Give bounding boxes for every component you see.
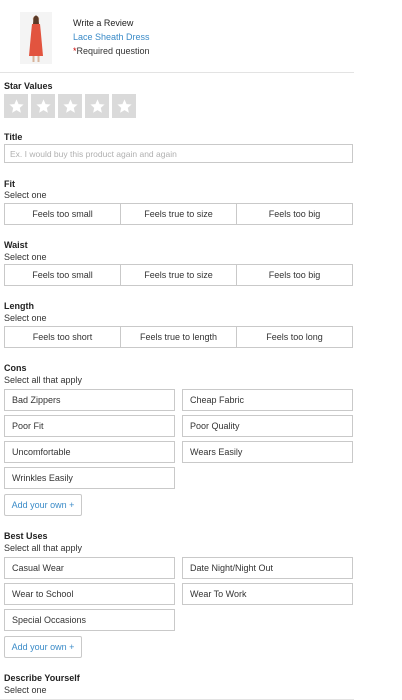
- fit-option-true-to-size[interactable]: Feels true to size: [121, 204, 237, 224]
- cons-add-own-button[interactable]: Add your own +: [4, 494, 82, 516]
- review-header: Write a Review Lace Sheath Dress *Requir…: [0, 0, 354, 73]
- star-icon: [62, 98, 78, 113]
- best-uses-option-wear-to-school[interactable]: Wear to School: [4, 583, 175, 605]
- best-uses-add-own-button[interactable]: Add your own +: [4, 636, 82, 658]
- describe-yourself-instruction: Select one: [4, 685, 47, 695]
- cons-option-bad-zippers[interactable]: Bad Zippers: [4, 389, 175, 411]
- review-heading: Write a Review: [73, 18, 134, 28]
- fit-instruction: Select one: [4, 190, 47, 200]
- fit-option-too-big[interactable]: Feels too big: [237, 204, 352, 224]
- length-options: Feels too short Feels true to length Fee…: [4, 326, 353, 348]
- cons-instruction: Select all that apply: [4, 375, 83, 385]
- waist-instruction: Select one: [4, 252, 47, 262]
- cons-option-cheap-fabric[interactable]: Cheap Fabric: [182, 389, 353, 411]
- length-label: Length: [4, 301, 34, 311]
- star-4-button[interactable]: [85, 94, 109, 118]
- length-instruction: Select one: [4, 313, 47, 323]
- best-uses-option-special-occasions[interactable]: Special Occasions: [4, 609, 175, 631]
- length-option-too-short[interactable]: Feels too short: [5, 327, 121, 347]
- star-5-button[interactable]: [112, 94, 136, 118]
- waist-option-too-big[interactable]: Feels too big: [237, 265, 352, 285]
- describe-yourself-label: Describe Yourself: [4, 673, 80, 683]
- waist-options: Feels too small Feels true to size Feels…: [4, 264, 353, 286]
- star-icon: [89, 98, 105, 113]
- required-note: *Required question: [73, 46, 150, 56]
- best-uses-option-wear-to-work[interactable]: Wear To Work: [182, 583, 353, 605]
- cons-option-poor-fit[interactable]: Poor Fit: [4, 415, 175, 437]
- cons-option-wrinkles-easily[interactable]: Wrinkles Easily: [4, 467, 175, 489]
- product-thumbnail: [20, 12, 52, 64]
- length-option-true-to-length[interactable]: Feels true to length: [121, 327, 237, 347]
- fit-option-too-small[interactable]: Feels too small: [5, 204, 121, 224]
- cons-option-wears-easily[interactable]: Wears Easily: [182, 441, 353, 463]
- cons-option-poor-quality[interactable]: Poor Quality: [182, 415, 353, 437]
- title-label: Title: [4, 132, 23, 142]
- best-uses-option-casual-wear[interactable]: Casual Wear: [4, 557, 175, 579]
- star-values-label: Star Values: [4, 81, 53, 91]
- star-icon: [116, 98, 132, 113]
- cons-label: Cons: [4, 363, 27, 373]
- waist-option-true-to-size[interactable]: Feels true to size: [121, 265, 237, 285]
- star-icon: [8, 98, 24, 113]
- best-uses-option-date-night[interactable]: Date Night/Night Out: [182, 557, 353, 579]
- fit-options: Feels too small Feels true to size Feels…: [4, 203, 353, 225]
- required-note-text: Required question: [76, 46, 150, 56]
- product-name-link[interactable]: Lace Sheath Dress: [73, 32, 150, 42]
- star-2-button[interactable]: [31, 94, 55, 118]
- title-input[interactable]: [4, 144, 353, 163]
- best-uses-instruction: Select all that apply: [4, 543, 83, 553]
- star-icon: [35, 98, 51, 113]
- star-rating: [4, 94, 136, 118]
- fit-label: Fit: [4, 179, 15, 189]
- waist-label: Waist: [4, 240, 28, 250]
- best-uses-label: Best Uses: [4, 531, 48, 541]
- length-option-too-long[interactable]: Feels too long: [237, 327, 352, 347]
- star-3-button[interactable]: [58, 94, 82, 118]
- star-1-button[interactable]: [4, 94, 28, 118]
- cons-option-uncomfortable[interactable]: Uncomfortable: [4, 441, 175, 463]
- waist-option-too-small[interactable]: Feels too small: [5, 265, 121, 285]
